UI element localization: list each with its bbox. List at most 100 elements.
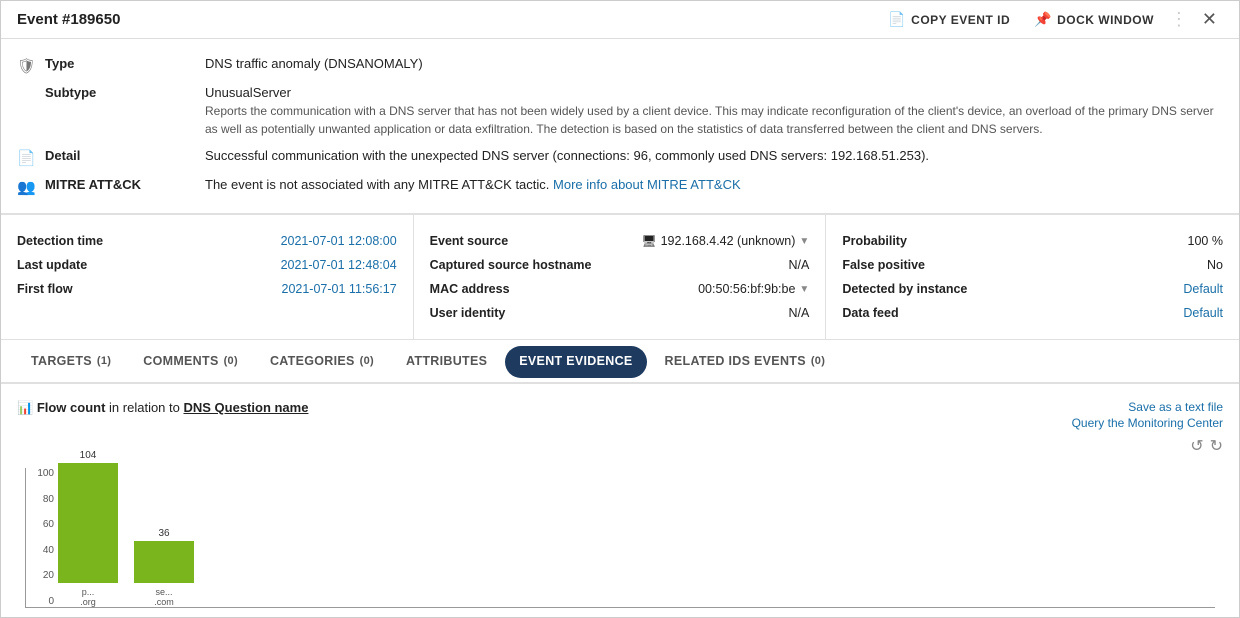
event-source-col: Event source 🖥 192.168.4.42 (unknown) ▼ … [414,215,827,339]
probability-value: 100 % [1188,234,1223,248]
detail-value: Successful communication with the unexpe… [205,148,1223,163]
chart-flow-count: Flow count [37,400,106,415]
data-feed-label: Data feed [842,306,898,320]
y-label-0: 0 [48,596,54,607]
user-identity-value: N/A [788,306,809,320]
event-source-value: 🖥 192.168.4.42 (unknown) ▼ [641,234,809,248]
first-flow-label: First flow [17,282,73,296]
false-positive-row: False positive No [842,253,1223,277]
mac-dropdown-icon[interactable]: ▼ [799,284,809,295]
mac-address-row: MAC address 00:50:56:bf:9b:be ▼ [430,277,810,301]
detail-label: Detail [45,148,205,163]
mitre-row: 👥 MITRE ATT&CK The event is not associat… [17,172,1223,201]
captured-hostname-row: Captured source hostname N/A [430,253,810,277]
bar-value-1: 104 [80,450,97,461]
info-section: 🛡 Type DNS traffic anomaly (DNSANOMALY) … [1,39,1239,214]
event-source-row: Event source 🖥 192.168.4.42 (unknown) ▼ [430,229,810,253]
first-flow-row: First flow 2021-07-01 11:56:17 [17,277,397,301]
detection-time-row: Detection time 2021-07-01 12:08:00 [17,229,397,253]
tab-event-evidence[interactable]: EVENT EVIDENCE [505,346,646,378]
subtype-value-block: UnusualServer Reports the communication … [205,85,1223,138]
save-text-link[interactable]: Save as a text file [1128,400,1223,414]
detection-grid: Detection time 2021-07-01 12:08:00 Last … [1,214,1239,340]
detail-row: 📄 Detail Successful communication with t… [17,143,1223,172]
event-window: Event #189650 📄 COPY EVENT ID 📌 DOCK WIN… [0,0,1240,618]
tab-attributes-label: ATTRIBUTES [406,354,487,368]
tab-related-ids[interactable]: RELATED IDS EVENTS (0) [651,346,840,378]
bar-label-1: p....org [80,587,96,607]
dock-window-label: DOCK WINDOW [1057,13,1154,27]
tab-targets-label: TARGETS [31,354,92,368]
chart-header: 📊 Flow count in relation to DNS Question… [17,400,1223,456]
tab-comments[interactable]: COMMENTS (0) [129,346,252,378]
bar-chart: 100 80 60 40 20 0 104 p....org [25,468,1215,608]
bar-1 [58,463,118,583]
tab-categories-label: CATEGORIES [270,354,355,368]
y-axis: 100 80 60 40 20 0 [26,468,58,607]
undo-button[interactable]: ↺ [1190,436,1203,456]
subtype-value: UnusualServer [205,85,1223,100]
detection-time-label: Detection time [17,234,103,248]
tab-comments-count: (0) [224,355,238,367]
redo-button[interactable]: ↻ [1210,436,1223,456]
false-positive-value: No [1207,258,1223,272]
mitre-icon: 👥 [17,177,45,196]
tab-related-ids-label: RELATED IDS EVENTS [665,354,806,368]
subtype-desc: Reports the communication with a DNS ser… [205,102,1223,138]
tab-targets-count: (1) [97,355,111,367]
tab-categories-count: (0) [360,355,374,367]
tab-related-ids-count: (0) [811,355,825,367]
shield-icon: 🛡 [17,56,45,75]
dock-icon: 📌 [1034,11,1052,28]
y-label-80: 80 [43,494,54,505]
y-label-40: 40 [43,545,54,556]
detail-icon: 📄 [17,148,45,167]
subtype-icon [17,85,45,86]
chart-section: 📊 Flow count in relation to DNS Question… [1,384,1239,617]
mitre-link[interactable]: More info about MITRE ATT&CK [553,177,741,192]
data-feed-value: Default [1183,306,1223,320]
last-update-label: Last update [17,258,87,272]
y-label-60: 60 [43,519,54,530]
event-source-label: Event source [430,234,509,248]
type-row: 🛡 Type DNS traffic anomaly (DNSANOMALY) [17,51,1223,80]
dock-window-button[interactable]: 📌 DOCK WINDOW [1026,7,1162,32]
chart-controls: ↺ ↻ [1190,436,1223,456]
mitre-text: The event is not associated with any MIT… [205,177,549,192]
last-update-row: Last update 2021-07-01 12:48:04 [17,253,397,277]
tabs-bar: TARGETS (1) COMMENTS (0) CATEGORIES (0) … [1,340,1239,384]
bar-chart-wrap: 100 80 60 40 20 0 104 p....org [17,468,1223,608]
bar-label-2: se....com [154,587,174,607]
captured-hostname-value: N/A [788,258,809,272]
type-value: DNS traffic anomaly (DNSANOMALY) [205,56,1223,71]
copy-event-id-button[interactable]: 📄 COPY EVENT ID [880,7,1018,32]
user-identity-label: User identity [430,306,506,320]
probability-row: Probability 100 % [842,229,1223,253]
bar-2 [134,541,194,583]
mac-address-value: 00:50:56:bf:9b:be ▼ [698,282,809,296]
dropdown-icon[interactable]: ▼ [799,236,809,247]
tab-targets[interactable]: TARGETS (1) [17,346,125,378]
first-flow-value: 2021-07-01 11:56:17 [282,282,397,296]
mitre-value: The event is not associated with any MIT… [205,177,1223,192]
tab-event-evidence-label: EVENT EVIDENCE [519,354,632,368]
y-label-100: 100 [37,468,54,479]
user-identity-row: User identity N/A [430,301,810,325]
query-monitoring-link[interactable]: Query the Monitoring Center [1072,416,1223,430]
close-button[interactable]: ✕ [1196,5,1223,34]
window-title: Event #189650 [17,11,120,28]
copy-icon: 📄 [888,11,906,28]
bar-group-1: 104 p....org [58,450,118,607]
detection-times-col: Detection time 2021-07-01 12:08:00 Last … [1,215,414,339]
tab-attributes[interactable]: ATTRIBUTES [392,346,501,378]
header-actions: 📄 COPY EVENT ID 📌 DOCK WINDOW ⋮ ✕ [880,5,1223,34]
tab-categories[interactable]: CATEGORIES (0) [256,346,388,378]
content-area: 🛡 Type DNS traffic anomaly (DNSANOMALY) … [1,39,1239,617]
type-label: Type [45,56,205,71]
last-update-value: 2021-07-01 12:48:04 [281,258,397,272]
chart-title-middle: in relation to [109,400,183,415]
mitre-label: MITRE ATT&CK [45,177,205,192]
detection-time-value: 2021-07-01 12:08:00 [281,234,397,248]
copy-event-id-label: COPY EVENT ID [911,13,1010,27]
false-positive-label: False positive [842,258,925,272]
